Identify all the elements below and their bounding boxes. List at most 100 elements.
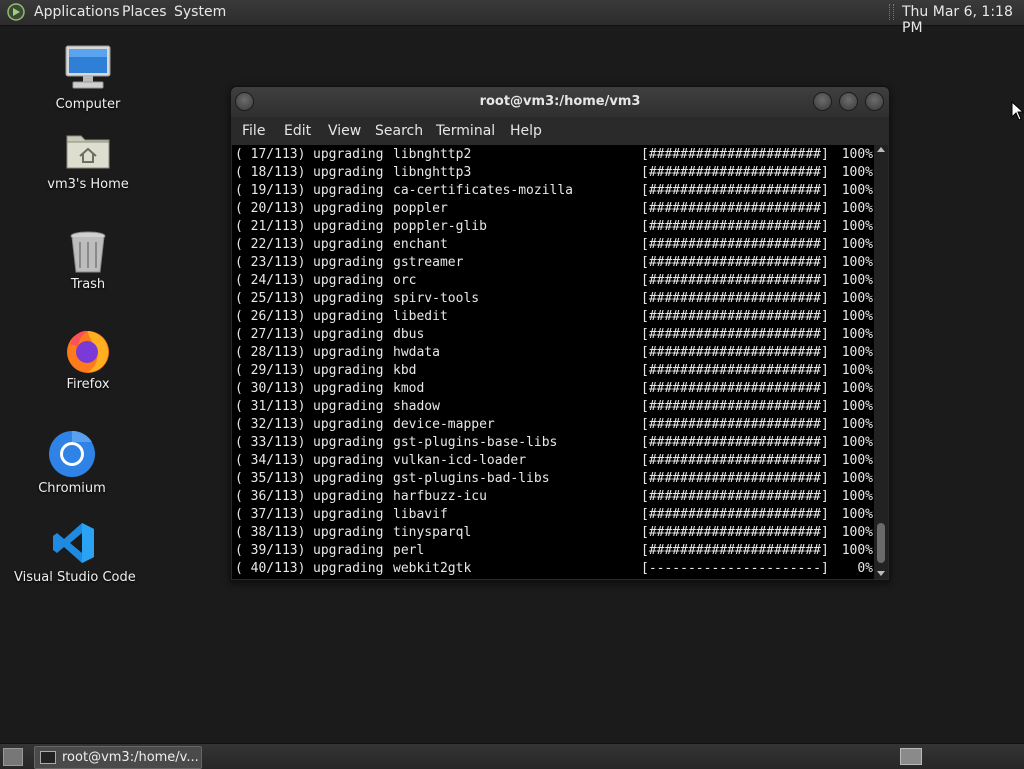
terminal-line-bar: [######################] <box>641 417 829 432</box>
terminal-line-pkg: perl <box>393 543 425 558</box>
terminal-line-pkg: libavif <box>393 507 448 522</box>
terminal-line-num: ( 23/113) <box>235 255 306 270</box>
terminal-line-pct: 100% <box>841 309 873 324</box>
terminal-line-action: upgrading <box>313 525 384 540</box>
terminal-line-action: upgrading <box>313 417 384 432</box>
terminal-line-num: ( 30/113) <box>235 381 306 396</box>
terminal-line-pkg: dbus <box>393 327 425 342</box>
scroll-up-arrow-icon[interactable] <box>877 147 885 152</box>
terminal-line-bar: [######################] <box>641 309 829 324</box>
terminal-line-pkg: kbd <box>393 363 417 378</box>
close-button[interactable] <box>865 92 884 111</box>
menu-terminal[interactable]: Terminal <box>436 123 495 139</box>
terminal-line-bar: [######################] <box>641 363 829 378</box>
terminal-line-action: upgrading <box>313 273 384 288</box>
terminal-line-pkg: libedit <box>393 309 448 324</box>
terminal-line-pct: 100% <box>841 345 873 360</box>
trash-icon <box>70 231 106 273</box>
terminal-window[interactable]: root@vm3:/home/vm3 File Edit View Search… <box>230 86 890 581</box>
terminal-line-bar: [######################] <box>641 453 829 468</box>
terminal-line-action: upgrading <box>313 471 384 486</box>
home-folder-icon <box>66 135 110 169</box>
terminal-line-pct: 100% <box>841 507 873 522</box>
terminal-line-pct: 100% <box>841 381 873 396</box>
desktop-icon-vscode[interactable]: Visual Studio Code <box>14 520 136 590</box>
terminal-line-pct: 100% <box>841 417 873 432</box>
maximize-button[interactable] <box>839 92 858 111</box>
terminal-line-action: upgrading <box>313 165 384 180</box>
terminal-line-pkg: libnghttp3 <box>393 165 472 180</box>
terminal-line-bar: [######################] <box>641 183 829 198</box>
mouse-cursor-icon <box>1011 101 1024 121</box>
terminal-line-action: upgrading <box>313 543 384 558</box>
desktop-icon-trash[interactable]: Trash <box>40 228 136 298</box>
terminal-line-num: ( 38/113) <box>235 525 306 540</box>
desktop-icon-label: Firefox <box>66 377 110 392</box>
terminal-line-num: ( 36/113) <box>235 489 306 504</box>
scrollbar-thumb[interactable] <box>877 523 885 563</box>
terminal-line-num: ( 32/113) <box>235 417 306 432</box>
menu-places[interactable]: Places <box>122 4 167 20</box>
terminal-line-pct: 100% <box>841 471 873 486</box>
desktop-icon-chromium[interactable]: Chromium <box>24 430 120 500</box>
minimize-button[interactable] <box>813 92 832 111</box>
clock[interactable]: Thu Mar 6, 1:18 PM <box>902 4 1024 36</box>
menu-help[interactable]: Help <box>510 123 542 139</box>
show-desktop-icon[interactable] <box>3 748 23 766</box>
terminal-line-num: ( 28/113) <box>235 345 306 360</box>
terminal-scrollbar[interactable] <box>874 145 888 579</box>
terminal-line-bar: [######################] <box>641 273 829 288</box>
taskbar-button-terminal[interactable]: root@vm3:/home/v... <box>34 746 202 769</box>
terminal-output[interactable]: ( 17/113) upgrading libnghttp2 [###########… <box>232 145 874 579</box>
desktop-icon-label: Trash <box>70 277 106 292</box>
terminal-line-bar: [######################] <box>641 399 829 414</box>
terminal-line-num: ( 39/113) <box>235 543 306 558</box>
menu-applications[interactable]: Applications <box>34 4 120 20</box>
computer-icon <box>65 45 111 89</box>
terminal-line-bar: [----------------------] <box>641 561 829 576</box>
applications-logo-icon[interactable] <box>6 3 26 21</box>
chromium-icon <box>49 430 95 477</box>
terminal-line-action: upgrading <box>313 237 384 252</box>
terminal-line-action: upgrading <box>313 399 384 414</box>
firefox-icon <box>67 330 109 373</box>
terminal-line-pkg: device-mapper <box>393 417 495 432</box>
terminal-line-bar: [######################] <box>641 489 829 504</box>
panel-separator <box>889 4 894 20</box>
terminal-line-num: ( 20/113) <box>235 201 306 216</box>
terminal-line-num: ( 24/113) <box>235 273 306 288</box>
window-titlebar[interactable]: root@vm3:/home/vm3 <box>231 87 889 117</box>
terminal-line-pkg: gstreamer <box>393 255 464 270</box>
terminal-line-action: upgrading <box>313 309 384 324</box>
desktop-icon-firefox[interactable]: Firefox <box>40 326 136 396</box>
desktop-icon-home[interactable]: vm3's Home <box>40 128 136 198</box>
terminal-line-pkg: hwdata <box>393 345 440 360</box>
terminal-line-pct: 100% <box>841 147 873 162</box>
menu-system[interactable]: System <box>174 4 226 20</box>
terminal-line-pct: 100% <box>841 237 873 252</box>
menu-edit[interactable]: Edit <box>284 123 311 139</box>
terminal-line-pkg: poppler <box>393 201 448 216</box>
terminal-line-bar: [######################] <box>641 543 829 558</box>
terminal-line-num: ( 35/113) <box>235 471 306 486</box>
menu-file[interactable]: File <box>242 123 265 139</box>
desktop-icon-computer[interactable]: Computer <box>40 44 136 114</box>
menu-view[interactable]: View <box>328 123 361 139</box>
terminal-line-pkg: shadow <box>393 399 440 414</box>
terminal-line-pct: 100% <box>841 399 873 414</box>
terminal-line-action: upgrading <box>313 363 384 378</box>
terminal-line-action: upgrading <box>313 435 384 450</box>
scroll-down-arrow-icon[interactable] <box>877 571 885 576</box>
terminal-line-pkg: tinysparql <box>393 525 472 540</box>
workspace-switcher[interactable] <box>900 748 922 765</box>
terminal-line-pct: 100% <box>841 327 873 342</box>
terminal-line-action: upgrading <box>313 201 384 216</box>
taskbar-button-label: root@vm3:/home/v... <box>62 750 199 765</box>
terminal-line-bar: [######################] <box>641 345 829 360</box>
window-title: root@vm3:/home/vm3 <box>479 94 641 109</box>
terminal-line-num: ( 25/113) <box>235 291 306 306</box>
terminal-line-action: upgrading <box>313 291 384 306</box>
terminal-line-bar: [######################] <box>641 237 829 252</box>
menu-search[interactable]: Search <box>375 123 423 139</box>
terminal-line-action: upgrading <box>313 381 384 396</box>
